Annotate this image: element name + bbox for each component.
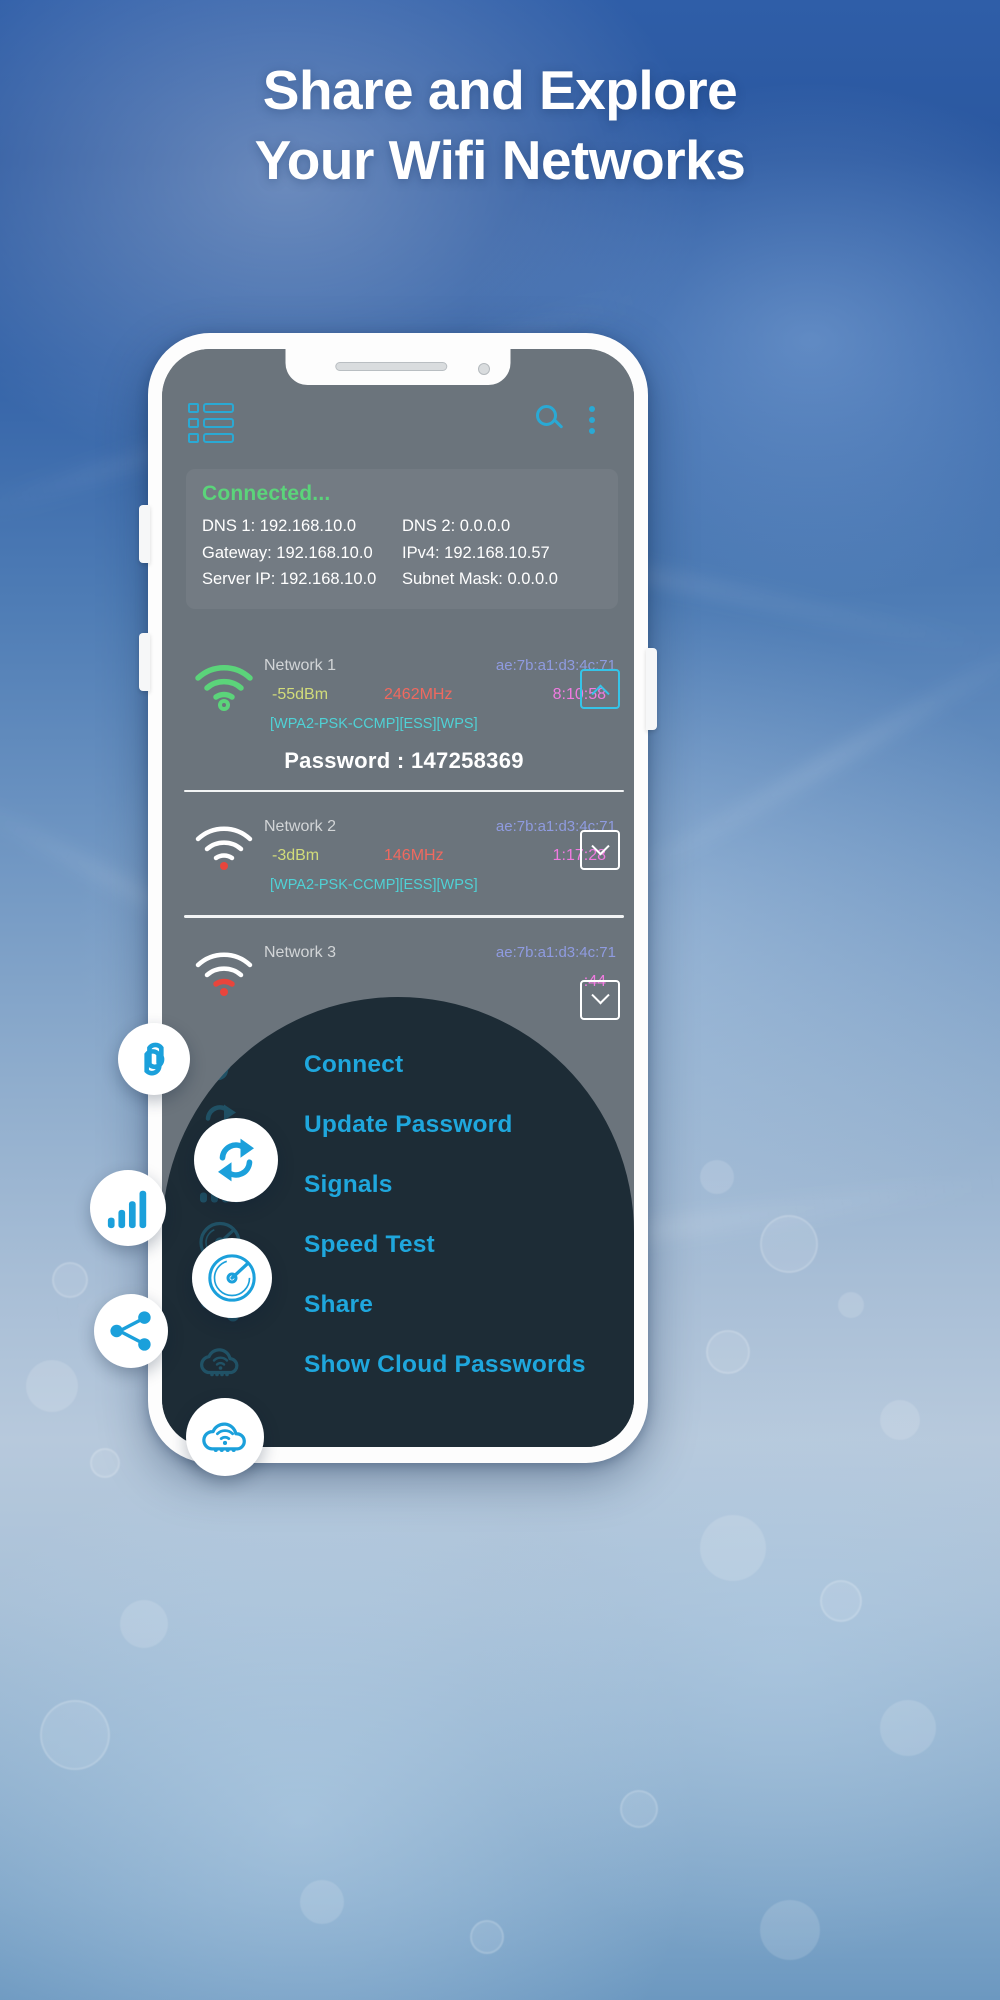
chevron-down-icon[interactable] xyxy=(580,830,620,871)
connection-info-right-column: DNS 2: 0.0.0.0 IPv4: 192.168.10.57 Subne… xyxy=(402,513,602,593)
list-icon[interactable] xyxy=(188,403,234,443)
floating-refresh-icon[interactable] xyxy=(194,1118,278,1202)
network-capabilities: [WPA2-PSK-CCMP][ESS][WPS] xyxy=(270,716,478,732)
chevron-up-icon[interactable] xyxy=(580,669,620,709)
network-password: Password : 147258369 xyxy=(284,748,524,773)
network-signal-dbm: -55dBm xyxy=(272,686,329,703)
network-name: Network 2 xyxy=(264,818,337,836)
server-ip-value: Server IP: 192.168.10.0 xyxy=(202,570,377,589)
subnet-mask-value: Subnet Mask: 0.0.0.0 xyxy=(402,570,558,589)
background-bubble xyxy=(470,1920,504,1954)
chevron-down-icon[interactable] xyxy=(580,979,620,1020)
floating-link-icon[interactable] xyxy=(118,1023,190,1095)
background-bubble xyxy=(120,1600,168,1648)
connection-status: Connected... xyxy=(202,482,331,505)
ipv4-value: IPv4: 192.168.10.57 xyxy=(402,543,550,562)
menu-item-label: Show Cloud Passwords xyxy=(304,1351,586,1378)
overflow-menu-icon[interactable] xyxy=(589,406,596,436)
background-bubble xyxy=(52,1262,88,1298)
phone-volume-up-button xyxy=(139,505,150,563)
phone-volume-down-button xyxy=(139,633,150,691)
menu-item-label: Update Password xyxy=(304,1111,513,1138)
background-bubble xyxy=(706,1330,750,1374)
background-bubble xyxy=(880,1700,936,1756)
network-capabilities: [WPA2-PSK-CCMP][ESS][WPS] xyxy=(270,877,478,894)
network-list-item[interactable]: Network 2 ae:7b:a1:d3:4c:71 -3dBm 146MHz… xyxy=(184,802,624,927)
network-frequency: 146MHz xyxy=(384,847,444,865)
background-bubble xyxy=(880,1400,920,1440)
floating-signal-bars-icon[interactable] xyxy=(90,1170,166,1246)
network-name: Network 3 xyxy=(264,943,337,961)
background-bubble xyxy=(26,1360,78,1412)
background-bubble xyxy=(300,1880,344,1924)
connection-info-card: Connected... DNS 1: 192.168.10.0 Gateway… xyxy=(186,469,618,610)
network-list-item[interactable]: Network 1 ae:7b:a1:d3:4c:71 -55dBm 2462M… xyxy=(184,641,624,802)
dns1-value: DNS 1: 192.168.10.0 xyxy=(202,517,357,535)
wifi-signal-poor-icon xyxy=(184,944,264,998)
list-divider xyxy=(184,790,624,793)
app-toolbar xyxy=(162,395,634,457)
gateway-value: Gateway: 192.168.10.0 xyxy=(202,543,373,562)
headline-line-2: Your Wifi Networks xyxy=(254,129,746,192)
background-bubble xyxy=(760,1215,818,1273)
floating-share-icon[interactable] xyxy=(94,1294,168,1368)
list-divider xyxy=(184,915,624,918)
phone-earpiece-speaker xyxy=(335,362,448,371)
network-list-item[interactable]: Network 3 ae:7b:a1:d3:4c:71 :44 xyxy=(184,928,624,1020)
network-signal-dbm: -3dBm xyxy=(272,847,320,865)
menu-item-show-cloud-passwords[interactable]: Show Cloud Passwords xyxy=(162,1335,634,1395)
menu-item-label: Speed Test xyxy=(304,1231,435,1258)
background-bubble xyxy=(820,1580,862,1622)
background-bubble xyxy=(700,1160,734,1194)
connection-info-left-column: DNS 1: 192.168.10.0 Gateway: 192.168.10.… xyxy=(202,513,402,593)
menu-item-label: Share xyxy=(304,1291,374,1318)
wifi-signal-weak-icon xyxy=(184,818,264,872)
background-bubble xyxy=(620,1790,658,1828)
dns2-value: DNS 2: 0.0.0.0 xyxy=(402,517,511,535)
menu-item-label: Connect xyxy=(304,1051,404,1078)
cloud-wifi-icon xyxy=(196,1339,244,1392)
network-name: Network 1 xyxy=(264,657,337,674)
action-menu-panel: Connect Update Password Signals Speed Te… xyxy=(162,997,634,1447)
headline-line-1: Share and Explore xyxy=(262,59,738,121)
phone-power-button xyxy=(646,648,657,730)
menu-item-connect[interactable]: Connect xyxy=(162,1035,634,1095)
menu-item-label: Signals xyxy=(304,1171,393,1198)
floating-cloud-wifi-icon[interactable] xyxy=(186,1398,264,1476)
background-bubble xyxy=(760,1900,820,1960)
network-mac-address: ae:7b:a1:d3:4c:71 xyxy=(495,943,616,961)
wifi-signal-strong-icon xyxy=(184,657,264,711)
background-bubble xyxy=(40,1700,110,1770)
background-bubble xyxy=(90,1448,120,1478)
floating-speedometer-icon[interactable] xyxy=(192,1238,272,1318)
phone-front-camera xyxy=(478,363,490,375)
search-icon[interactable] xyxy=(536,405,566,435)
page-title: Share and Explore Your Wifi Networks xyxy=(0,55,1000,196)
link-icon xyxy=(196,1039,244,1092)
network-frequency: 2462MHz xyxy=(384,686,453,703)
background-bubble xyxy=(700,1515,766,1581)
background-bubble xyxy=(838,1292,864,1318)
network-list: Network 1 ae:7b:a1:d3:4c:71 -55dBm 2462M… xyxy=(184,641,624,1020)
